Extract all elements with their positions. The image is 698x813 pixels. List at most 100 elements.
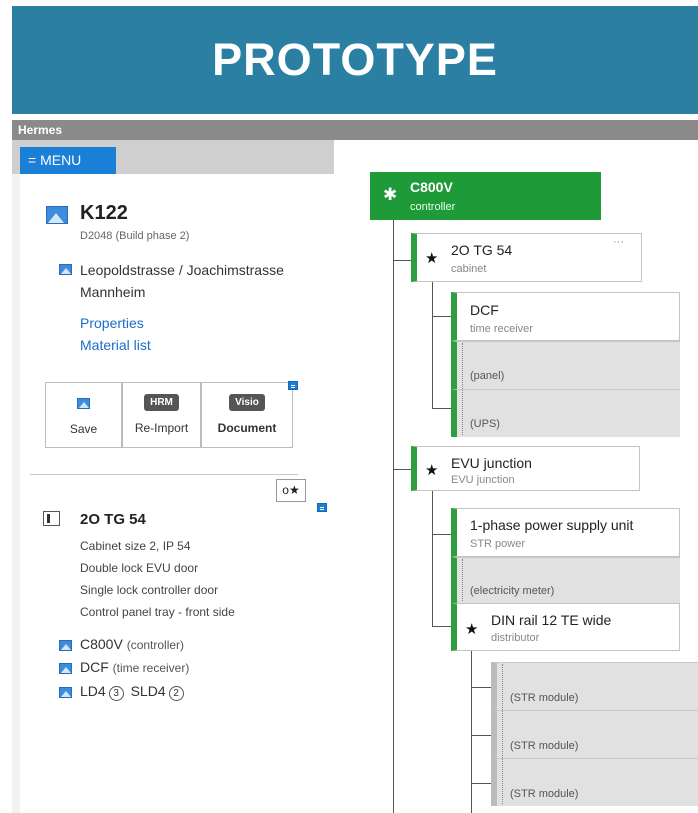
window-title: Hermes: [18, 123, 63, 137]
slot-ups[interactable]: (UPS): [451, 389, 680, 437]
address-city: Mannheim: [80, 284, 146, 300]
slot-label: (STR module): [510, 692, 579, 704]
save-button[interactable]: Save: [45, 382, 122, 448]
cabinet-detail: Cabinet size 2, IP 54: [80, 539, 191, 553]
tree-connector: [393, 469, 411, 470]
window-titlebar: Hermes: [12, 120, 698, 140]
tree-connector: [432, 534, 451, 535]
tree-connector: [432, 626, 451, 627]
device-item-controller[interactable]: C800V (controller): [80, 636, 184, 652]
tree-connector: [393, 219, 394, 813]
reimport-label: Re-Import: [134, 421, 189, 435]
hrm-badge: HRM: [144, 394, 179, 411]
node-type: time receiver: [470, 323, 533, 335]
save-label: Save: [69, 422, 98, 436]
cabinet-icon: [43, 511, 60, 526]
controller-image-icon: [59, 640, 72, 651]
node-type: distributor: [491, 632, 540, 644]
slot-panel[interactable]: (panel): [451, 341, 680, 389]
material-list-link[interactable]: Material list: [80, 337, 151, 353]
slot-str-module[interactable]: (STR module): [491, 662, 698, 710]
address-street: Leopoldstrasse / Joachimstrasse: [80, 262, 284, 278]
sld4-count-badge: 2: [168, 686, 184, 701]
cabinet-title: 2O TG 54: [80, 511, 146, 528]
address: Leopoldstrasse / Joachimstrasse Mannheim: [80, 259, 284, 303]
tree-connector: [471, 735, 491, 736]
modules-image-icon: [59, 687, 72, 698]
node-type: controller: [410, 201, 456, 213]
module-sld4-label: SLD4: [130, 683, 166, 699]
more-icon[interactable]: ···: [613, 236, 624, 248]
slot-str-module[interactable]: (STR module): [491, 710, 698, 758]
device-name: DCF: [80, 659, 109, 675]
star-icon: ★: [425, 250, 439, 267]
tree-node-evu[interactable]: ★ EVU junction EVU junction: [411, 446, 640, 491]
dcf-image-icon: [59, 663, 72, 674]
slot-label: (STR module): [510, 740, 579, 752]
menu-button[interactable]: = MENU: [20, 147, 116, 174]
tree-connector: [471, 687, 491, 688]
slot-label: (panel): [470, 370, 505, 382]
slot-electricity-meter[interactable]: (electricity meter): [451, 557, 680, 603]
prototype-banner: PROTOTYPE: [12, 6, 698, 114]
document-button[interactable]: Visio Document: [201, 382, 293, 448]
node-title: DCF: [470, 302, 499, 318]
tree-node-controller[interactable]: ✱ C800V controller: [370, 172, 601, 220]
device-type: (time receiver): [112, 661, 190, 675]
tree-connector: [432, 282, 433, 409]
tree-node-power-supply[interactable]: 1-phase power supply unit STR power: [451, 508, 680, 557]
divider: [30, 474, 298, 475]
node-title: 2O TG 54: [451, 242, 513, 258]
tree-connector: [471, 783, 491, 784]
star-icon: ✱: [383, 185, 398, 204]
module-ld4-label: LD4: [80, 683, 106, 699]
cabinet-detail: Control panel tray - front side: [80, 605, 235, 619]
project-name: K122: [80, 202, 128, 224]
slot-guide: [502, 664, 503, 804]
tree-connector: [471, 651, 472, 813]
slot-label: (electricity meter): [470, 585, 555, 597]
note-icon[interactable]: [288, 381, 298, 390]
tree-connector: [432, 408, 451, 409]
device-type: (controller): [126, 638, 185, 652]
tree-node-dcf[interactable]: DCF time receiver: [451, 292, 680, 341]
project-subtitle: D2048 (Build phase 2): [80, 230, 190, 242]
module-counts: LD4 3 SLD4 2: [80, 683, 187, 701]
tree-connector: [393, 260, 411, 261]
node-title: C800V: [410, 179, 453, 195]
properties-link[interactable]: Properties: [80, 315, 144, 331]
star-filter-button[interactable]: o★: [276, 479, 306, 502]
device-item-dcf[interactable]: DCF (time receiver): [80, 659, 189, 675]
menu-label: = MENU: [28, 152, 82, 168]
project-image-icon: [46, 206, 68, 224]
ld4-count-badge: 3: [108, 686, 124, 701]
cabinet-detail: Single lock controller door: [80, 583, 219, 597]
tree-connector: [432, 316, 451, 317]
star-icon: ★: [425, 462, 439, 479]
node-title: DIN rail 12 TE wide: [491, 612, 612, 628]
slot-label: (UPS): [470, 418, 500, 430]
slot-guide: [462, 343, 463, 435]
star-icon: ★: [465, 621, 479, 638]
node-type: EVU junction: [451, 474, 515, 486]
visio-badge: Visio: [229, 394, 265, 411]
tree-node-cabinet[interactable]: ★ 2O TG 54 cabinet ···: [411, 233, 642, 282]
tree-node-din-rail[interactable]: ★ DIN rail 12 TE wide distributor: [451, 603, 680, 651]
device-name: C800V: [80, 636, 123, 652]
star-filter-label: o★: [282, 483, 300, 497]
node-title: 1-phase power supply unit: [470, 517, 634, 533]
cabinet-note-icon[interactable]: [317, 503, 327, 512]
reimport-button[interactable]: HRM Re-Import: [122, 382, 201, 448]
banner-title: PROTOTYPE: [212, 34, 498, 85]
location-image-icon: [59, 264, 72, 275]
slot-label: (STR module): [510, 788, 579, 800]
slot-guide: [462, 559, 463, 601]
slot-str-module[interactable]: (STR module): [491, 758, 698, 806]
node-title: EVU junction: [451, 455, 532, 471]
document-label: Document: [217, 421, 277, 435]
node-type: STR power: [470, 538, 526, 550]
tree-connector: [432, 490, 433, 627]
cabinet-detail: Double lock EVU door: [80, 561, 199, 575]
save-image-icon: [77, 398, 90, 409]
node-type: cabinet: [451, 263, 487, 275]
